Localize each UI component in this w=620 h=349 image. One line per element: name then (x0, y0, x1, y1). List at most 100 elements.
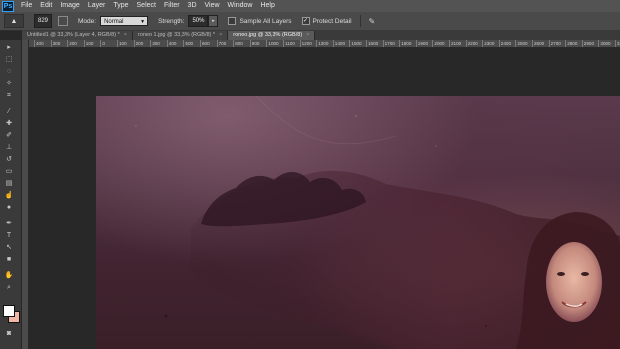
brush-panel-toggle-icon[interactable] (58, 16, 68, 26)
ruler-tick-label: 2300 (482, 40, 495, 47)
ruler-tick-label: 1600 (366, 40, 379, 47)
horizontal-ruler: 400 300 200 100 0 100 200 300 400 500 600 700 800 900… (28, 40, 620, 48)
checkbox-checked-icon: ✓ (301, 17, 310, 25)
ruler-tick-label: 3100 (615, 40, 620, 47)
close-icon[interactable]: × (306, 31, 309, 40)
ruler-tick-label: 1800 (399, 40, 412, 47)
close-icon[interactable]: × (124, 31, 127, 40)
crop-tool-icon[interactable]: ⌗ (3, 90, 15, 101)
document-tabs: Untitled1 @ 33,3% (Layer 4, RGB/8) * × r… (22, 30, 620, 40)
zoom-tool-icon[interactable]: ⌕ (3, 282, 15, 293)
type-tool-icon[interactable]: T (3, 230, 15, 241)
menu-help[interactable]: Help (256, 0, 278, 12)
healing-brush-tool-icon[interactable]: ✚ (3, 118, 15, 129)
tab-untitled1[interactable]: Untitled1 @ 33,3% (Layer 4, RGB/8) * × (22, 31, 133, 40)
history-brush-tool-icon[interactable]: ↺ (3, 154, 15, 165)
brush-size-picker[interactable]: 829 (34, 14, 52, 28)
tab-roneo-1[interactable]: roneo 1.jpg @ 33,3% (RGB/8) * × (132, 31, 229, 40)
hand-tool-icon[interactable]: ✋ (3, 270, 15, 281)
clone-stamp-tool-icon[interactable]: ⊥ (3, 142, 15, 153)
menu-3d[interactable]: 3D (184, 0, 201, 12)
vertical-ruler (22, 40, 29, 349)
menu-view[interactable]: View (201, 0, 224, 12)
tab-roneo[interactable]: roneo.jpg @ 33,3% (RGB/8) × (228, 31, 316, 40)
ruler-tick-label: 600 (200, 40, 210, 47)
menu-type[interactable]: Type (109, 0, 132, 12)
protect-detail-label: Protect Detail (312, 17, 352, 25)
ruler-tick-label: 300 (50, 40, 61, 47)
options-bar: ▲ 829 Mode: Normal ▼ Strength: 50% ▸ Sam… (0, 12, 620, 31)
ruler-tick-label: 3000 (598, 40, 611, 47)
rectangle-tool-icon[interactable]: ■ (3, 254, 15, 265)
ruler-tick-label: 2400 (498, 40, 512, 47)
tab-label: roneo 1.jpg @ 33,3% (RGB/8) * (137, 32, 216, 38)
menu-select[interactable]: Select (133, 0, 160, 12)
photoshop-logo-icon: Ps (2, 0, 14, 12)
menu-image[interactable]: Image (56, 0, 83, 12)
ruler-tick-label: 400 (34, 40, 44, 47)
ruler-tick-label: 1900 (415, 40, 429, 47)
ruler-tick-label: 100 (83, 40, 94, 47)
mode-label: Mode: (78, 17, 97, 25)
ruler-tick-label: 500 (183, 40, 194, 47)
ruler-tick-label: 100 (117, 40, 127, 47)
ruler-tick-label: 2000 (432, 40, 445, 47)
pen-tool-icon[interactable]: ✒ (3, 218, 15, 229)
ruler-tick-label: 2100 (449, 40, 462, 47)
marquee-tool-icon[interactable]: ⬚ (3, 54, 15, 65)
strength-slider-toggle-icon[interactable]: ▸ (208, 15, 219, 27)
eyedropper-tool-icon[interactable]: ⁄ (3, 106, 15, 117)
ruler-tick-label: 1500 (349, 40, 362, 47)
ruler-tick-label: 2800 (565, 40, 578, 47)
tab-label: roneo.jpg @ 33,3% (RGB/8) (233, 32, 303, 38)
ruler-tick-label: 1100 (283, 40, 295, 47)
ruler-tick-label: 200 (133, 40, 144, 47)
dodge-tool-icon[interactable]: ● (3, 202, 15, 213)
ruler-tick-label: 2600 (532, 40, 545, 47)
ruler-tick-label: 2200 (465, 40, 478, 47)
strength-input[interactable]: 50% (188, 15, 209, 27)
document-canvas[interactable] (96, 96, 620, 349)
ruler-tick-label: 2700 (548, 40, 561, 47)
ruler-tick-label: 200 (67, 40, 77, 47)
ruler-tick-label: 2500 (515, 40, 528, 47)
path-selection-tool-icon[interactable]: ↖ (3, 242, 15, 253)
mode-select[interactable]: Normal ▼ (100, 16, 149, 26)
close-icon[interactable]: × (219, 31, 222, 40)
color-swatches[interactable] (3, 305, 20, 323)
mode-value: Normal (104, 19, 124, 25)
foreground-color-swatch[interactable] (3, 305, 15, 317)
protect-detail-checkbox[interactable]: ✓ Protect Detail (301, 17, 352, 25)
canvas-workspace[interactable] (29, 48, 620, 349)
menu-window[interactable]: Window (224, 0, 257, 12)
ruler-tick-label: 0 (100, 40, 105, 47)
ruler-tick-label: 1200 (299, 40, 312, 47)
move-tool-icon[interactable]: ▸ (3, 42, 15, 53)
ruler-tick-label: 900 (249, 40, 260, 47)
menu-layer[interactable]: Layer (84, 0, 110, 12)
quick-mask-icon[interactable]: ◙ (3, 328, 15, 339)
ruler-tick-label: 1400 (332, 40, 346, 47)
ruler-tick-label: 700 (216, 40, 227, 47)
artwork-image (135, 96, 620, 349)
divider (359, 15, 361, 27)
ruler-tick-label: 400 (166, 40, 177, 47)
sample-all-layers-checkbox[interactable]: Sample All Layers (228, 17, 292, 25)
ruler-tick-label: 300 (150, 40, 160, 47)
smudge-tool-icon[interactable]: ☝ (3, 190, 15, 201)
ruler-tick-label: 2900 (581, 40, 595, 47)
ruler-tick-label: 800 (233, 40, 243, 47)
menu-filter[interactable]: Filter (160, 0, 184, 12)
chevron-down-icon: ▼ (140, 19, 146, 25)
menu-bar: Ps File Edit Image Layer Type Select Fil… (0, 0, 620, 12)
gradient-tool-icon[interactable]: ▤ (3, 178, 15, 189)
smudge-tool-icon: ▲ (10, 17, 18, 25)
lasso-tool-icon[interactable]: ◌ (3, 66, 15, 77)
tool-preset-picker[interactable]: ▲ (4, 14, 24, 28)
eraser-tool-icon[interactable]: ▭ (3, 166, 15, 177)
menu-file[interactable]: File (17, 0, 36, 12)
brush-tool-icon[interactable]: ✐ (3, 130, 15, 141)
pressure-pen-icon[interactable]: ✎ (369, 17, 376, 26)
quick-select-tool-icon[interactable]: ✧ (3, 78, 15, 89)
menu-edit[interactable]: Edit (36, 0, 56, 12)
